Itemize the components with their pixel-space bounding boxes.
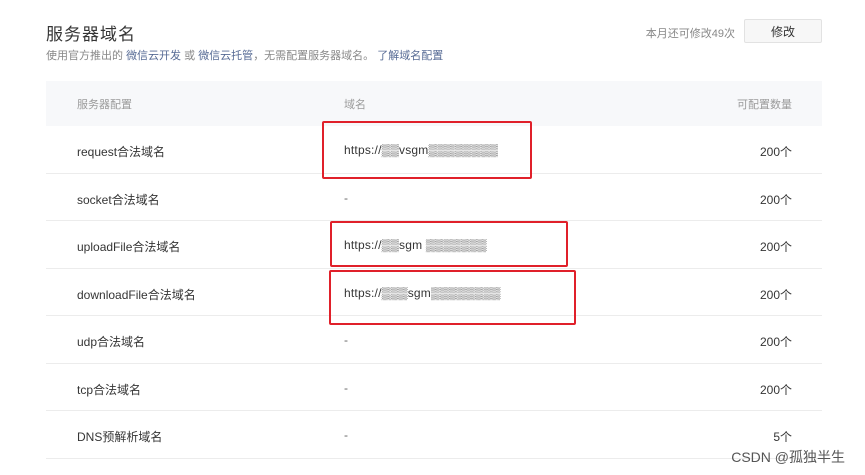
row-domain: -: [344, 428, 348, 442]
row-count: 200个: [759, 287, 792, 302]
row-domain: -: [344, 190, 348, 205]
table-row-uploadfile: uploadFile合法域名 https://▒▒sgm ▒▒▒▒▒▒▒ 200…: [46, 221, 822, 269]
description: 使用官方推出的 微信云开发 或 微信云托管，无需配置服务器域名。 了解域名配置: [46, 47, 443, 63]
row-domain: -: [344, 333, 348, 347]
table-row-tcp: tcp合法域名 - 200个: [46, 364, 822, 411]
header-domain: 域名: [344, 99, 366, 111]
table-row-udp: udp合法域名 - 200个: [46, 316, 822, 364]
desc-mid: ，无需配置服务器域名。: [253, 50, 375, 62]
desc-or: 或: [184, 50, 196, 62]
row-label: socket合法域名: [77, 192, 160, 207]
row-domain: https://▒▒sgm ▒▒▒▒▒▒▒: [344, 238, 487, 252]
row-count: 200个: [759, 192, 792, 207]
table-row-socket: socket合法域名 - 200个: [46, 174, 822, 221]
row-label: udp合法域名: [77, 335, 146, 349]
row-label: downloadFile合法域名: [77, 287, 196, 302]
row-domain: -: [344, 380, 348, 395]
server-domain-table: 服务器配置 域名 可配置数量 request合法域名 https://▒▒vsg…: [46, 81, 822, 459]
modify-quota-text: 本月还可修改49次: [645, 28, 735, 40]
page-title: 服务器域名: [46, 25, 136, 44]
row-domain: https://▒▒▒sgm▒▒▒▒▒▒▒▒: [344, 285, 501, 300]
row-count: 200个: [759, 145, 792, 159]
row-label: tcp合法域名: [77, 382, 142, 397]
table-row-downloadfile: downloadFile合法域名 https://▒▒▒sgm▒▒▒▒▒▒▒▒ …: [46, 269, 822, 316]
row-count: 5个: [773, 430, 792, 444]
table-header: 服务器配置 域名 可配置数量: [46, 81, 822, 126]
row-count: 200个: [759, 382, 792, 397]
header-count: 可配置数量: [737, 99, 792, 111]
header-server-config: 服务器配置: [77, 99, 132, 111]
learn-domain-config-link[interactable]: 了解域名配置: [377, 50, 443, 62]
desc-prefix: 使用官方推出的: [46, 50, 123, 62]
cloud-host-link[interactable]: 微信云托管: [198, 50, 253, 62]
modify-button[interactable]: 修改: [744, 19, 822, 43]
table-row-request: request合法域名 https://▒▒vsgm▒▒▒▒▒▒▒▒ 200个: [46, 126, 822, 174]
row-label: DNS预解析域名: [77, 430, 163, 444]
row-count: 200个: [759, 335, 792, 349]
row-label: uploadFile合法域名: [77, 240, 181, 254]
row-label: request合法域名: [77, 145, 166, 159]
watermark: CSDN @孤独半生: [731, 449, 845, 465]
row-count: 200个: [759, 240, 792, 254]
table-row-dns: DNS预解析域名 - 5个: [46, 411, 822, 459]
cloud-dev-link[interactable]: 微信云开发: [126, 50, 181, 62]
row-domain: https://▒▒vsgm▒▒▒▒▒▒▒▒: [344, 143, 499, 157]
